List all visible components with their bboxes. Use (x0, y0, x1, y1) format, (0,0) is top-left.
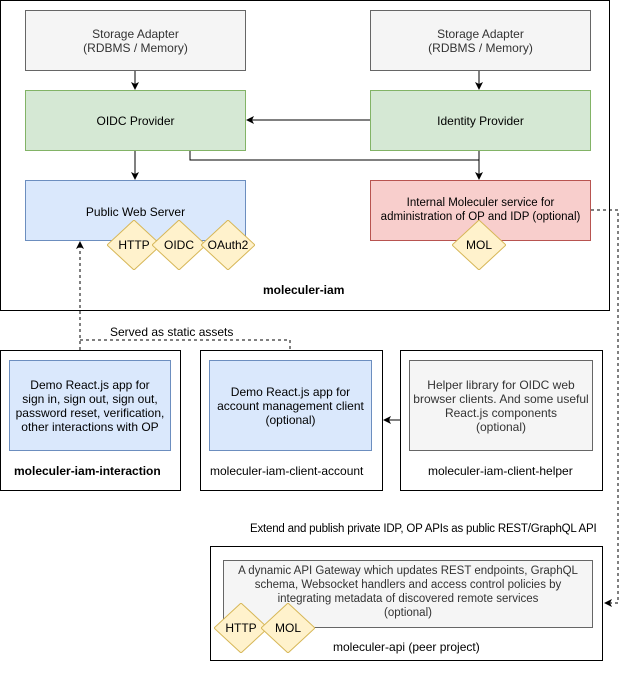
line-served-static (80, 339, 291, 350)
protocol-label: OAuth2 (207, 238, 249, 252)
api-protocol-http: HTTP (214, 603, 268, 653)
pws-protocol-oauth2: OAuth2 (201, 220, 255, 270)
api-protocol-mol: MOL (261, 603, 315, 653)
protocol-label: MOL (465, 238, 492, 252)
arrow-internal-to-api (591, 209, 619, 607)
pws-protocol-oidc: OIDC (152, 220, 206, 270)
internal-protocol-mol: MOL (452, 220, 506, 270)
arrow-oidc-to-internal (189, 151, 483, 180)
connectors (76, 71, 619, 607)
protocol-label: OIDC (164, 238, 194, 252)
protocol-label: MOL (274, 621, 301, 635)
protocol-label: HTTP (225, 621, 257, 635)
protocol-label: HTTP (118, 238, 150, 252)
